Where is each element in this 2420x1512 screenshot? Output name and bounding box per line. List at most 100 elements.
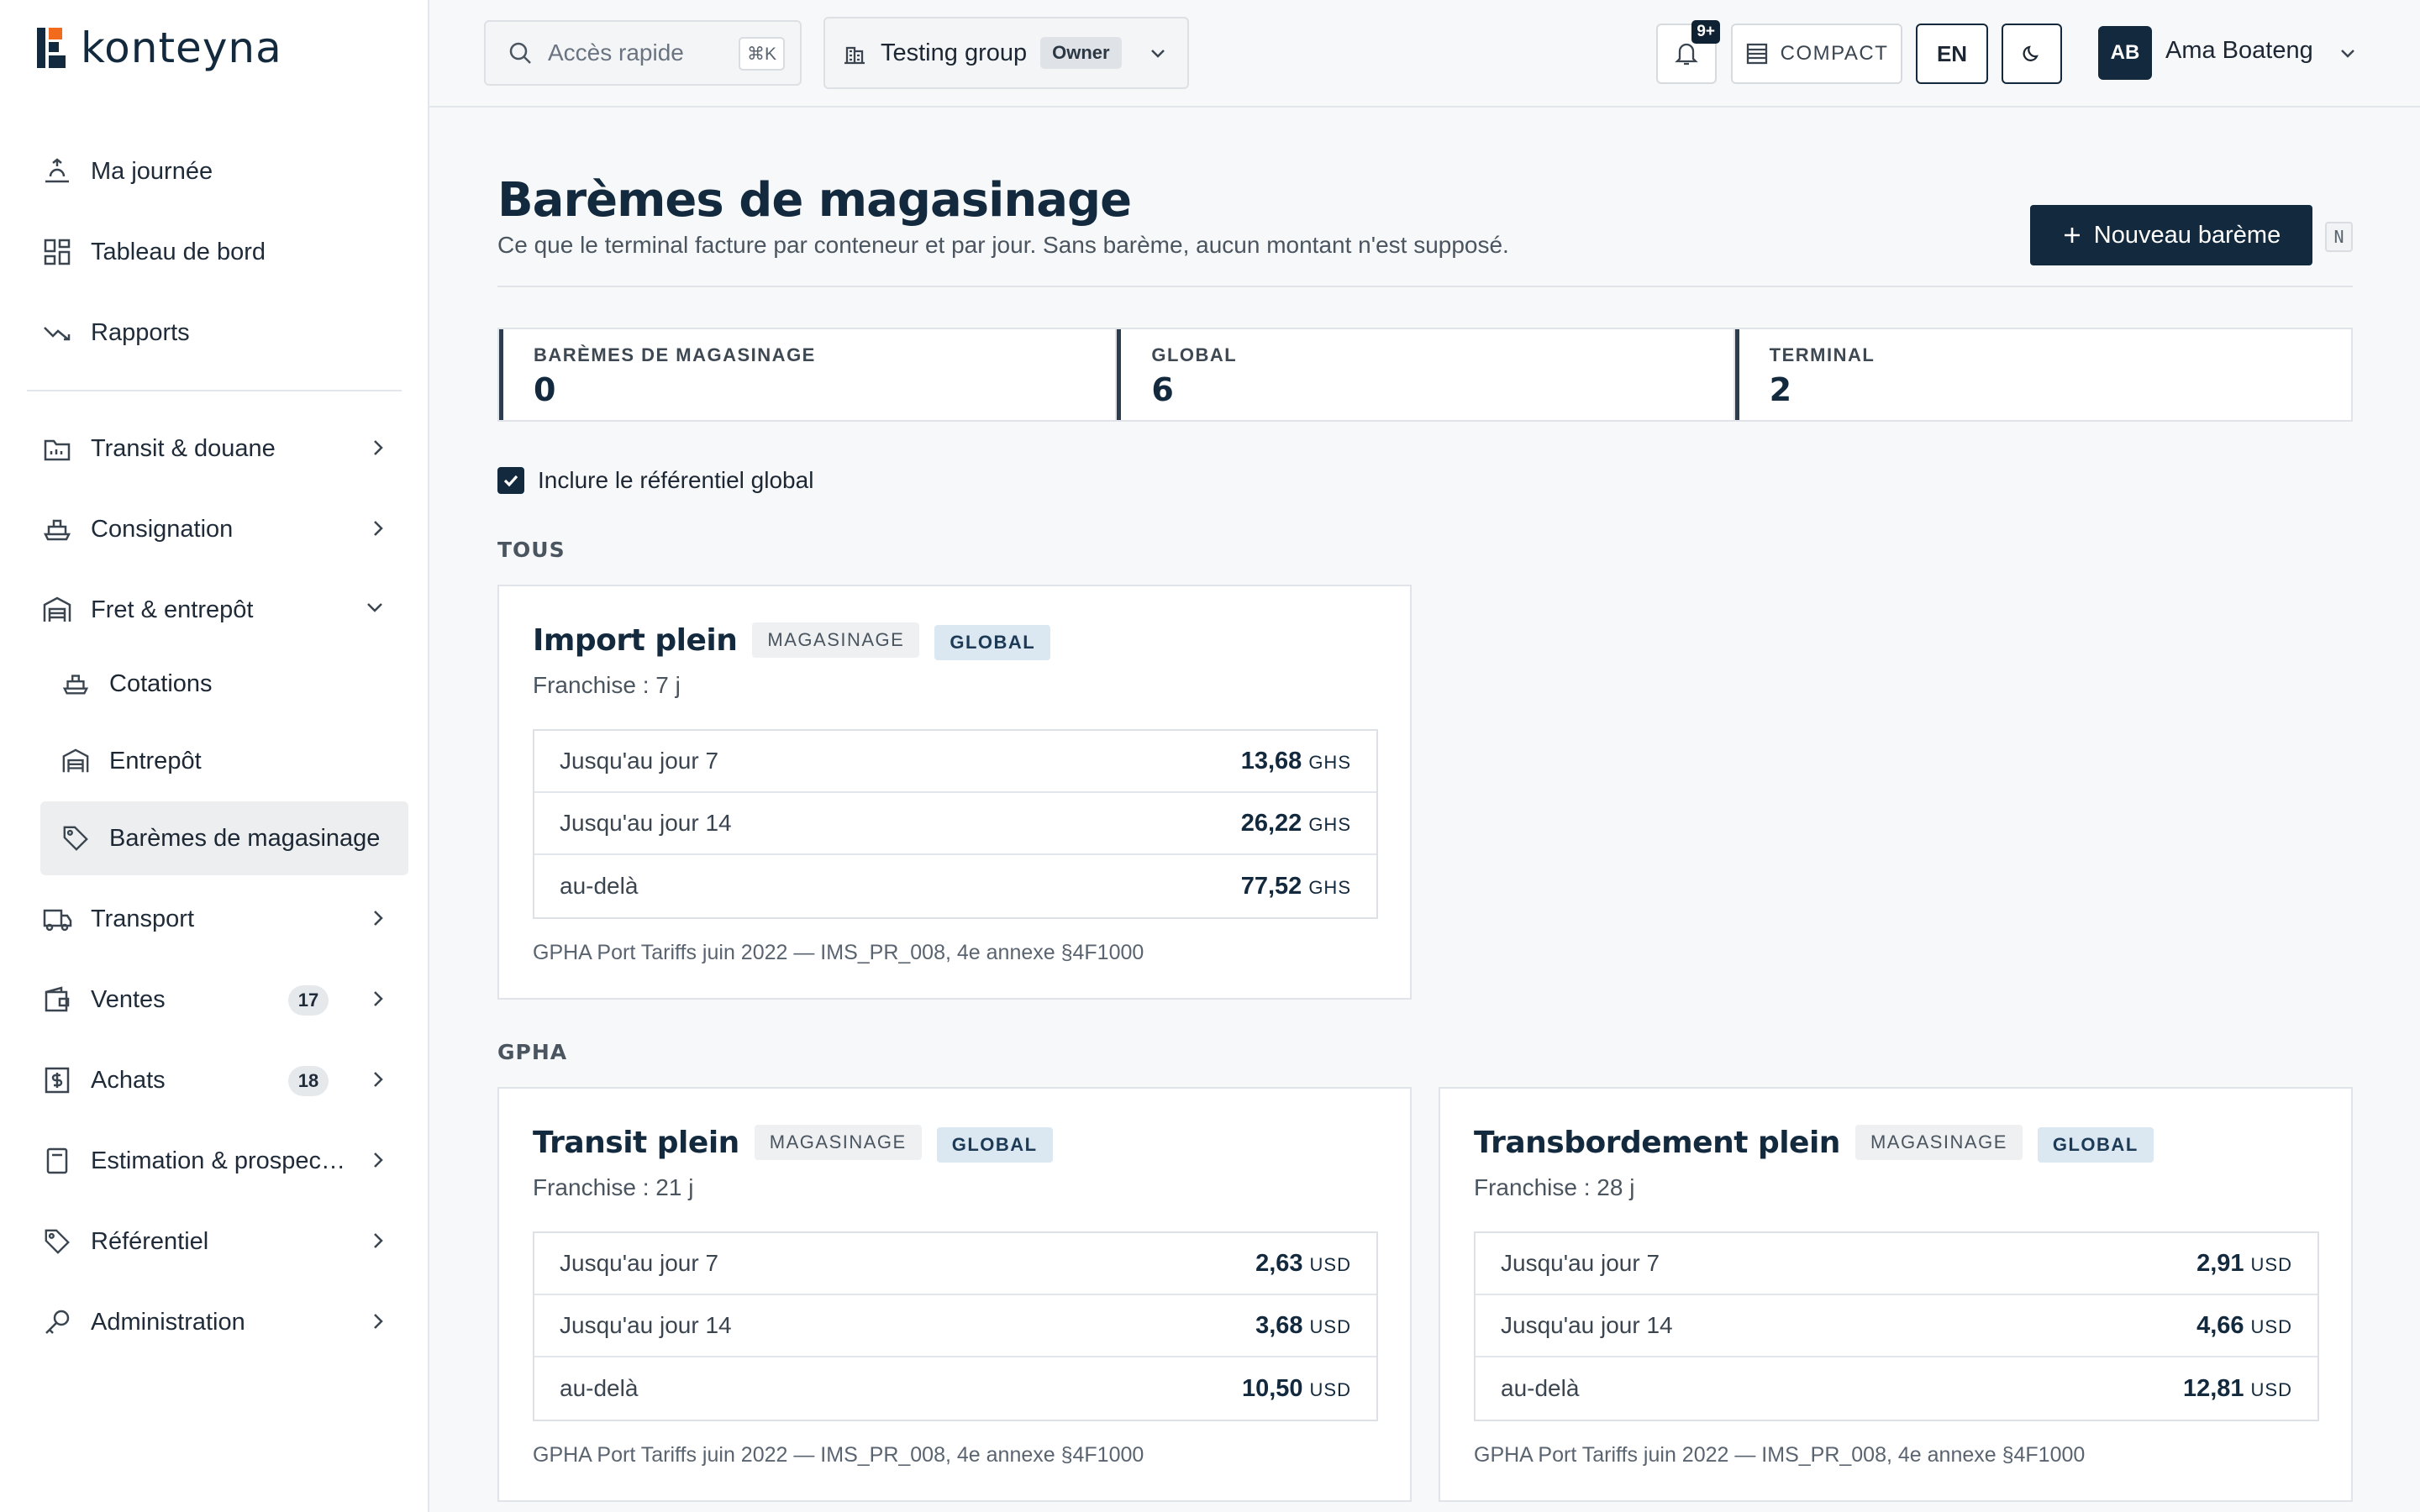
sun-icon [40, 155, 74, 188]
tier-amount: 2,63 [1255, 1249, 1303, 1277]
sidebar-item-referentiel[interactable]: Référentiel [40, 1205, 402, 1278]
sidebar-subitem-label: Barèmes de magasinage [109, 824, 381, 852]
konteyna-logo-icon [37, 28, 66, 68]
ship-icon [59, 667, 92, 701]
chevron-right-icon [371, 988, 386, 1010]
avatar[interactable]: AB [2098, 26, 2152, 80]
tier-label: au-delà [560, 1375, 639, 1401]
compact-toggle-button[interactable]: COMPACT [1731, 24, 1902, 84]
stat-label: GLOBAL [1151, 344, 1238, 365]
tier-label: au-delà [1501, 1375, 1580, 1401]
card-header: Transbordement plein MAGASINAGE GLOBAL [1474, 1122, 2154, 1163]
tier-currency: USD [2250, 1378, 2292, 1400]
sidebar-item-rapports[interactable]: Rapports [40, 296, 402, 370]
franchise-text: Franchise : 28 j [1474, 1174, 1635, 1200]
group-selector[interactable]: Testing group Owner [823, 17, 1189, 89]
tier-table: Jusqu'au jour 7 13,68 GHS Jusqu'au jour 14… [533, 729, 1378, 919]
sidebar-item-label: Rapports [91, 318, 190, 346]
plus-icon [2062, 225, 2082, 245]
sidebar-item-ventes[interactable]: Ventes 17 [40, 963, 402, 1037]
sidebar-item-transport[interactable]: Transport [40, 882, 402, 956]
source-note: GPHA Port Tariffs juin 2022 — IMS_PR_008… [533, 941, 1144, 964]
sidebar-item-achats[interactable]: Achats 18 [40, 1043, 402, 1117]
tier-amount: 2,91 [2196, 1249, 2244, 1277]
tier-amount: 4,66 [2196, 1311, 2244, 1339]
logo[interactable]: konteyna [35, 24, 282, 72]
tier-row: au-delà 77,52 GHS [534, 855, 1376, 917]
bareme-card[interactable]: Transit plein MAGASINAGE GLOBAL Franchis… [497, 1087, 1412, 1502]
scope-tag: GLOBAL [934, 625, 1051, 660]
tier-row: Jusqu'au jour 14 26,22 GHS [534, 793, 1376, 855]
card-title: Transit plein [533, 1125, 739, 1160]
tier-currency: USD [1309, 1253, 1351, 1275]
new-bareme-button[interactable]: Nouveau barème [2030, 205, 2312, 265]
bareme-card[interactable]: Transbordement plein MAGASINAGE GLOBAL F… [1439, 1087, 2353, 1502]
stat-terminal: TERMINAL 2 [1734, 329, 2351, 420]
sidebar-item-label: Achats [91, 1066, 166, 1094]
tier-currency: USD [1309, 1315, 1351, 1337]
sidebar-subitem-cotations[interactable]: Cotations [40, 647, 408, 721]
tier-table: Jusqu'au jour 7 2,91 USD Jusqu'au jour 14 4… [1474, 1231, 2319, 1421]
tier-currency: GHS [1308, 751, 1351, 773]
chevron-down-icon[interactable] [2338, 47, 2357, 60]
sidebar-item-label: Transit & douane [91, 434, 276, 462]
page-subtitle: Ce que le terminal facture par conteneur… [497, 232, 1509, 258]
sidebar-item-transit-douane[interactable]: Transit & douane [40, 412, 402, 486]
sidebar-subitem-entrepot[interactable]: Entrepôt [40, 724, 408, 798]
type-tag: MAGASINAGE [1854, 1125, 2023, 1160]
moon-icon [2022, 44, 2042, 64]
tier-label: Jusqu'au jour 14 [560, 810, 732, 836]
truck-icon [40, 902, 74, 936]
sidebar-item-ma-journee[interactable]: Ma journée [40, 134, 402, 208]
sidebar-item-consignation[interactable]: Consignation [40, 492, 402, 566]
stats-bar: BARÈMES DE MAGASINAGE 0 GLOBAL 6 TERMINA… [497, 328, 2353, 422]
tag-icon [59, 822, 92, 855]
sidebar-item-label: Consignation [91, 515, 234, 543]
sidebar-item-administration[interactable]: Administration [40, 1285, 402, 1359]
tier-amount: 3,68 [1255, 1311, 1303, 1339]
tier-amount: 13,68 [1240, 747, 1302, 774]
card-header: Transit plein MAGASINAGE GLOBAL [533, 1122, 1053, 1163]
sidebar-subitem-baremes[interactable]: Barèmes de magasinage [40, 801, 408, 875]
include-global-label[interactable]: Inclure le référentiel global [538, 467, 813, 494]
tier-label: Jusqu'au jour 7 [560, 748, 719, 774]
sidebar-item-fret-entrepot[interactable]: Fret & entrepôt [40, 573, 402, 647]
ventes-count-badge: 17 [288, 985, 329, 1016]
include-global-checkbox[interactable] [497, 467, 524, 494]
tier-currency: USD [2250, 1253, 2292, 1275]
bareme-card[interactable]: Import plein MAGASINAGE GLOBAL Franchise… [497, 585, 1412, 1000]
quick-search-input[interactable]: Accès rapide ⌘K [484, 20, 802, 86]
wallet-icon [40, 983, 74, 1016]
chevron-right-icon [371, 517, 386, 539]
tag-icon [40, 1225, 74, 1258]
search-icon [508, 40, 533, 66]
ship-icon [40, 512, 74, 546]
tier-currency: GHS [1308, 813, 1351, 835]
source-note: GPHA Port Tariffs juin 2022 — IMS_PR_008… [1474, 1443, 2086, 1467]
sidebar-item-estimation[interactable]: Estimation & prospec… [40, 1124, 402, 1198]
sidebar-subitem-label: Entrepôt [109, 747, 202, 774]
sidebar-item-tableau-de-bord[interactable]: Tableau de bord [40, 215, 402, 289]
key-icon [40, 1305, 74, 1339]
sidebar-item-label: Administration [91, 1308, 245, 1336]
notifications-button[interactable]: 9+ [1656, 20, 1720, 84]
tier-label: Jusqu'au jour 14 [1501, 1312, 1673, 1338]
page-title: Barèmes de magasinage [497, 173, 1132, 228]
sidebar-item-label: Tableau de bord [91, 238, 266, 265]
sidebar-item-label: Estimation & prospec… [91, 1147, 346, 1174]
tier-label: au-delà [560, 873, 639, 899]
user-name[interactable]: Ama Boateng [2165, 37, 2313, 65]
tier-row: Jusqu'au jour 7 13,68 GHS [534, 731, 1376, 793]
tier-row: Jusqu'au jour 7 2,63 USD [534, 1233, 1376, 1295]
tier-row: Jusqu'au jour 14 3,68 USD [534, 1295, 1376, 1357]
theme-toggle-button[interactable] [2002, 24, 2062, 84]
topbar: Accès rapide ⌘K Testing group Owner 9+ C… [429, 0, 2420, 108]
chevron-down-icon [364, 600, 386, 615]
language-button[interactable]: EN [1916, 24, 1988, 84]
franchise-text: Franchise : 21 j [533, 1174, 694, 1200]
logo-text: konteyna [81, 24, 282, 72]
scope-tag: GLOBAL [2037, 1127, 2154, 1163]
grid-icon [40, 235, 74, 269]
section-label-tous: TOUS [497, 538, 566, 562]
sidebar-item-label: Ventes [91, 985, 166, 1013]
